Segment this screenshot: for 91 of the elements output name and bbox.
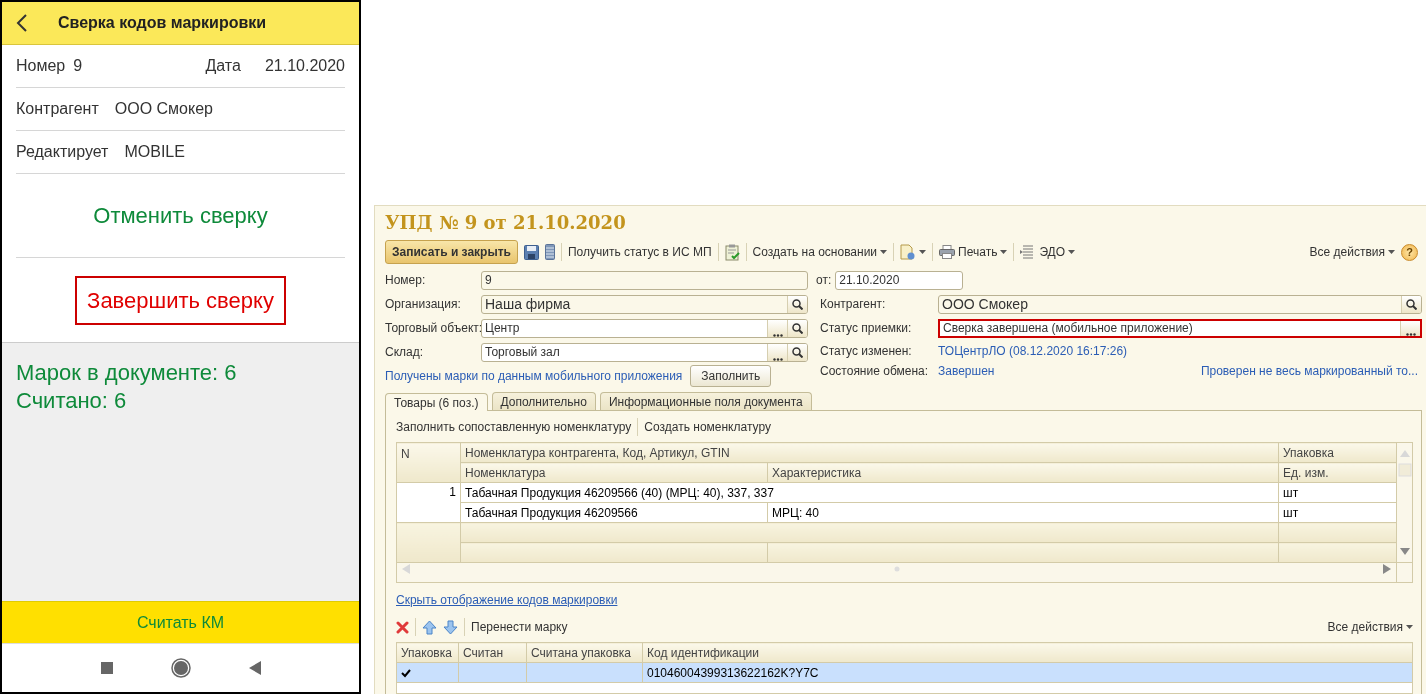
all-actions-button[interactable]: Все действия: [1327, 618, 1413, 636]
document-dropdown-icon[interactable]: [900, 244, 927, 260]
table-cell: МРЦ: 40: [767, 502, 1279, 523]
save-close-button[interactable]: Записать и закрыть: [385, 240, 518, 264]
input-field[interactable]: ООО Смокер: [938, 294, 1422, 314]
caret-icon[interactable]: [880, 250, 888, 254]
field-value: 9: [73, 56, 83, 76]
field-label: Контрагент:: [819, 296, 887, 313]
column-header[interactable]: Считана упаковка: [526, 642, 643, 663]
input-field[interactable]: Торговый зал: [481, 342, 808, 362]
search-icon[interactable]: [787, 343, 807, 361]
tab[interactable]: Товары (6 поз.): [385, 393, 488, 411]
field-value: 21.10.2020: [264, 56, 345, 76]
field-label: Номер: [16, 56, 66, 76]
column-header[interactable]: Упаковка: [1278, 442, 1397, 463]
help-button[interactable]: ?: [1401, 243, 1418, 261]
field-label: Склад:: [385, 344, 425, 361]
caret-icon[interactable]: [919, 250, 927, 254]
field-value: MOBILE: [124, 142, 185, 162]
back-icon[interactable]: [248, 661, 261, 675]
summary-text: Марок в документе: 6: [16, 359, 238, 387]
input-field[interactable]: Наша фирма: [481, 294, 808, 314]
save-icon[interactable]: [523, 244, 539, 260]
fill-button[interactable]: Заполнить: [690, 365, 772, 387]
input-field[interactable]: Центр: [481, 318, 808, 338]
move-down-icon[interactable]: [443, 619, 458, 635]
edo-button[interactable]: ЭДО: [1020, 243, 1076, 261]
print-button[interactable]: Печать: [939, 243, 1008, 261]
column-header[interactable]: Упаковка: [396, 642, 459, 663]
scroll-thumb[interactable]: [893, 566, 900, 572]
column-header[interactable]: Характеристика: [767, 462, 1279, 483]
caret-icon[interactable]: [1068, 250, 1076, 254]
field-label: Контрагент: [16, 99, 99, 119]
recent-apps-icon[interactable]: [100, 662, 113, 674]
move-mark-button[interactable]: Перенести марку: [471, 618, 568, 636]
column-header[interactable]: Считан: [458, 642, 527, 663]
choice-icon[interactable]: [1400, 320, 1420, 336]
caret-icon[interactable]: [1406, 625, 1413, 629]
create-based-button[interactable]: Создать на основании: [752, 243, 888, 261]
field-label: Организация:: [385, 296, 462, 313]
summary-text: Считано: 6: [16, 387, 128, 415]
exchange-status-link[interactable]: Завершен: [938, 362, 995, 380]
input-field[interactable]: 9: [481, 270, 808, 290]
back-icon[interactable]: [16, 13, 28, 33]
status-author-link[interactable]: ТОЦентрЛО (08.12.2020 16:17:26): [938, 342, 1128, 360]
table-cell: 1: [396, 482, 461, 523]
field-value: ООО Смокер: [114, 99, 213, 119]
field-label: Статус изменен:: [819, 343, 913, 360]
home-icon[interactable]: [170, 658, 191, 678]
caret-icon[interactable]: [1388, 250, 1395, 254]
scroll-right-icon[interactable]: [1382, 563, 1392, 575]
clipboard-check-icon[interactable]: [724, 243, 740, 261]
field-label: Торговый объект:: [385, 320, 481, 337]
field-label: Номер:: [385, 272, 427, 289]
table-cell: Табачная Продукция 46209566 (40) (МРЦ: 40), 337, 337: [460, 482, 1279, 503]
mobile-marks-link[interactable]: Получены марки по данным мобильного приложения: [385, 367, 683, 385]
column-header[interactable]: Код идентификации: [642, 642, 1413, 663]
search-icon[interactable]: [787, 295, 807, 313]
delete-icon[interactable]: [396, 620, 409, 634]
field-label: Статус приемки:: [819, 320, 913, 337]
input-field[interactable]: 21.10.2020: [835, 270, 964, 290]
move-up-icon[interactable]: [422, 619, 437, 635]
toolbar-button[interactable]: Создать номенклатуру: [644, 418, 771, 436]
caret-icon[interactable]: [1000, 250, 1008, 254]
field-label: Редактирует: [16, 142, 109, 162]
form-title: УПД № 9 от 21.10.2020: [385, 212, 627, 234]
column-header[interactable]: Номенклатура контрагента, Код, Артикул, GTIN: [460, 442, 1279, 463]
tab[interactable]: Информационные поля документа: [599, 392, 812, 410]
all-actions-button[interactable]: Все действия: [1309, 243, 1395, 261]
scroll-thumb[interactable]: [1397, 463, 1412, 477]
field-label: от:: [816, 272, 832, 289]
toggle-codes-link[interactable]: Скрыть отображение кодов маркировки: [396, 591, 618, 609]
tab[interactable]: Дополнительно: [491, 392, 596, 410]
input-field[interactable]: Сверка завершена (мобильное приложение): [938, 318, 1422, 338]
printer-icon[interactable]: [939, 245, 956, 259]
screen-title: Сверка кодов маркировки: [58, 13, 267, 33]
field-label: Состояние обмена:: [819, 363, 930, 380]
column-header[interactable]: N: [396, 442, 461, 483]
action-button[interactable]: Завершить сверку: [75, 275, 286, 325]
search-icon[interactable]: [1401, 295, 1421, 313]
check-warning-link[interactable]: Проверен не весь маркированный то...: [1200, 362, 1418, 380]
toolbar-button[interactable]: Заполнить сопоставленную номенклатуру: [396, 418, 632, 436]
choice-icon[interactable]: [767, 319, 787, 337]
search-icon[interactable]: [787, 319, 807, 337]
check-icon[interactable]: [401, 668, 411, 678]
table-cell: 01046004399313622162K?Y7C: [642, 662, 1413, 683]
list-icon[interactable]: [544, 244, 555, 260]
choice-icon[interactable]: [767, 343, 787, 361]
field-label: Дата: [205, 56, 241, 76]
get-status-button[interactable]: Получить статус в ИС МП: [567, 243, 712, 261]
action-button[interactable]: Отменить сверку: [93, 199, 268, 232]
